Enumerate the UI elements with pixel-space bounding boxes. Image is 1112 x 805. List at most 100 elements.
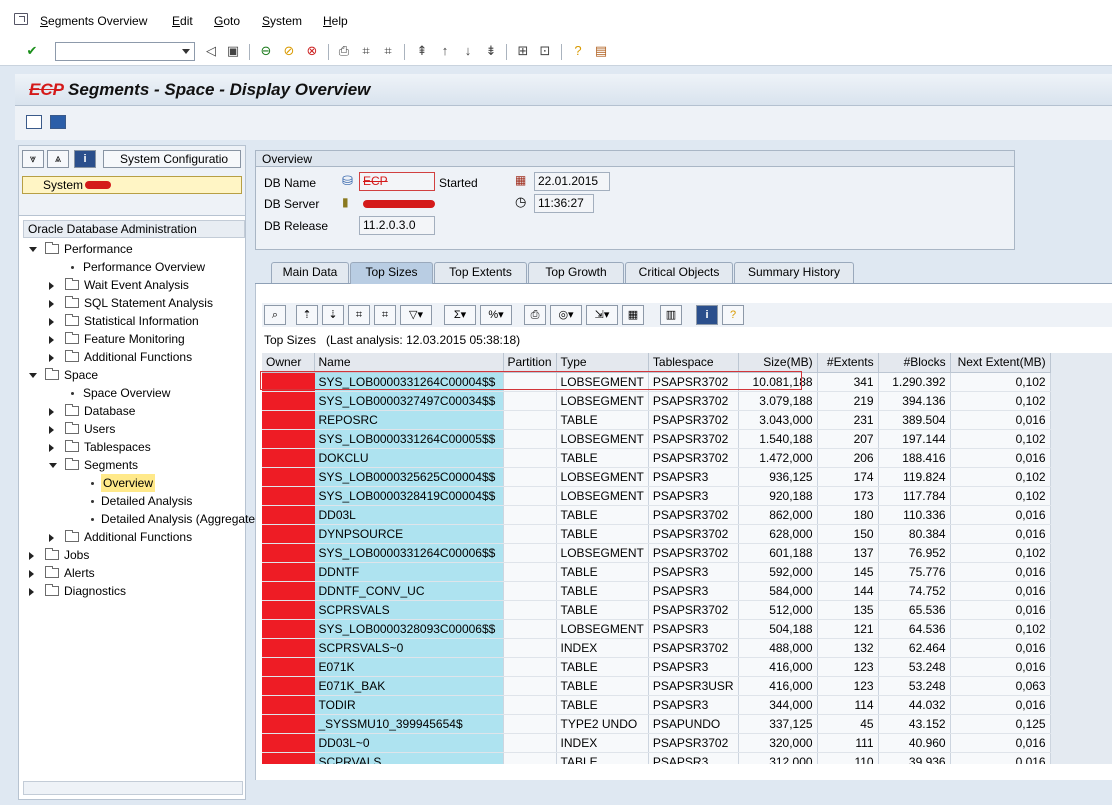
table-cell[interactable]: 394.136 bbox=[878, 391, 951, 411]
table-cell[interactable]: PSAPSR3 bbox=[648, 486, 739, 506]
tab-main-data[interactable]: Main Data bbox=[271, 262, 349, 283]
layout-menu-icon[interactable]: ▤ bbox=[593, 43, 609, 59]
tree-node[interactable]: Diagnostics bbox=[19, 582, 245, 600]
tree-node[interactable]: Performance bbox=[19, 240, 245, 258]
tree-node[interactable]: Detailed Analysis bbox=[19, 492, 245, 510]
table-cell[interactable]: 110 bbox=[817, 752, 879, 764]
collapsed-arrow-icon[interactable] bbox=[49, 534, 54, 542]
create-session-icon[interactable]: ⊞ bbox=[515, 43, 531, 59]
table-cell[interactable]: 0,016 bbox=[950, 657, 1051, 677]
tree-node[interactable]: Space Overview bbox=[19, 384, 245, 402]
save-icon[interactable]: ▣ bbox=[225, 43, 241, 59]
help-icon[interactable]: ? bbox=[722, 305, 744, 325]
table-cell[interactable]: 0,016 bbox=[950, 752, 1051, 764]
table-cell[interactable] bbox=[503, 733, 557, 753]
expanded-arrow-icon[interactable] bbox=[29, 373, 37, 378]
tab-top-sizes[interactable]: Top Sizes bbox=[350, 262, 433, 284]
table-cell[interactable]: 150 bbox=[817, 524, 879, 544]
menu-segments-overview[interactable]: Segments Overview bbox=[40, 14, 147, 28]
table-cell[interactable] bbox=[262, 486, 315, 506]
tree-node[interactable]: Additional Functions bbox=[19, 348, 245, 366]
collapsed-arrow-icon[interactable] bbox=[49, 336, 54, 344]
table-cell[interactable]: 114 bbox=[817, 695, 879, 715]
expanded-arrow-icon[interactable] bbox=[29, 247, 37, 252]
table-cell[interactable] bbox=[503, 695, 557, 715]
table-cell[interactable]: 111 bbox=[817, 733, 879, 753]
table-cell[interactable]: 1.472,000 bbox=[738, 448, 818, 468]
horizontal-scrollbar[interactable] bbox=[23, 781, 243, 795]
collapsed-arrow-icon[interactable] bbox=[49, 354, 54, 362]
table-cell[interactable]: 601,188 bbox=[738, 543, 818, 563]
collapse-left-icon[interactable]: ◁ bbox=[203, 43, 219, 59]
table-cell[interactable]: 504,188 bbox=[738, 619, 818, 639]
table-cell[interactable]: 144 bbox=[817, 581, 879, 601]
find-icon[interactable]: ⌗ bbox=[358, 43, 374, 59]
table-cell[interactable]: 628,000 bbox=[738, 524, 818, 544]
table-cell[interactable]: TABLE bbox=[556, 581, 649, 601]
panel-splitter[interactable] bbox=[246, 145, 252, 800]
table-cell[interactable]: 39.936 bbox=[878, 752, 951, 764]
collapsed-arrow-icon[interactable] bbox=[29, 588, 34, 596]
table-cell[interactable]: 173 bbox=[817, 486, 879, 506]
tree-node[interactable]: Overview bbox=[19, 474, 245, 492]
table-cell[interactable]: 0,102 bbox=[950, 619, 1051, 639]
table-cell[interactable]: 145 bbox=[817, 562, 879, 582]
table-cell[interactable] bbox=[262, 714, 315, 734]
tab-top-growth[interactable]: Top Growth bbox=[528, 262, 624, 283]
table-cell[interactable]: PSAPSR3702 bbox=[648, 600, 739, 620]
table-cell[interactable]: 0,016 bbox=[950, 581, 1051, 601]
table-cell[interactable]: 0,016 bbox=[950, 410, 1051, 430]
table-cell[interactable]: SYS_LOB0000327497C00034$$ bbox=[314, 391, 504, 411]
collapsed-arrow-icon[interactable] bbox=[49, 444, 54, 452]
table-row[interactable]: TODIR TABLE PSAPSR3 344,000 114 44.032 0,016 bbox=[262, 695, 1051, 715]
enter-check-icon[interactable]: ✔ bbox=[24, 43, 40, 59]
table-cell[interactable] bbox=[262, 543, 315, 563]
table-cell[interactable]: 0,016 bbox=[950, 505, 1051, 525]
table-cell[interactable]: REPOSRC bbox=[314, 410, 504, 430]
table-cell[interactable]: 75.776 bbox=[878, 562, 951, 582]
table-cell[interactable]: PSAPSR3702 bbox=[648, 391, 739, 411]
column-header[interactable]: Partition bbox=[503, 353, 557, 373]
table-cell[interactable]: E071K bbox=[314, 657, 504, 677]
table-cell[interactable]: PSAPSR3USR bbox=[648, 676, 739, 696]
table-cell[interactable]: 920,188 bbox=[738, 486, 818, 506]
table-cell[interactable]: 123 bbox=[817, 676, 879, 696]
collapsed-arrow-icon[interactable] bbox=[49, 426, 54, 434]
table-row[interactable]: SYS_LOB0000331264C00004$$ LOBSEGMENT PSAPS… bbox=[262, 372, 1051, 392]
table-cell[interactable]: TABLE bbox=[556, 562, 649, 582]
table-cell[interactable]: 197.144 bbox=[878, 429, 951, 449]
table-cell[interactable]: PSAPSR3 bbox=[648, 467, 739, 487]
table-row[interactable]: DDNTF TABLE PSAPSR3 592,000 145 75.776 0,016 bbox=[262, 562, 1051, 582]
table-cell[interactable] bbox=[503, 391, 557, 411]
table-cell[interactable]: PSAPSR3702 bbox=[648, 733, 739, 753]
column-header[interactable]: #Blocks bbox=[878, 353, 951, 373]
table-cell[interactable] bbox=[503, 562, 557, 582]
table-cell[interactable]: SYS_LOB0000325625C00004$$ bbox=[314, 467, 504, 487]
table-cell[interactable] bbox=[503, 581, 557, 601]
table-cell[interactable] bbox=[262, 619, 315, 639]
collapsed-arrow-icon[interactable] bbox=[49, 318, 54, 326]
table-row[interactable]: REPOSRC TABLE PSAPSR3702 3.043,000 231 389.50… bbox=[262, 410, 1051, 430]
table-cell[interactable]: 0,016 bbox=[950, 695, 1051, 715]
table-cell[interactable]: 344,000 bbox=[738, 695, 818, 715]
table-row[interactable]: SYS_LOB0000328419C00004$$ LOBSEGMENT PSAPS… bbox=[262, 486, 1051, 506]
table-cell[interactable]: DD03L~0 bbox=[314, 733, 504, 753]
table-row[interactable]: SYS_LOB0000327497C00034$$ LOBSEGMENT PSAPS… bbox=[262, 391, 1051, 411]
info-icon[interactable]: i bbox=[74, 150, 96, 168]
column-header[interactable]: Tablespace bbox=[648, 353, 739, 373]
tree-node[interactable]: Statistical Information bbox=[19, 312, 245, 330]
table-cell[interactable]: _SYSSMU10_399945654$ bbox=[314, 714, 504, 734]
table-cell[interactable] bbox=[262, 733, 315, 753]
table-cell[interactable] bbox=[503, 486, 557, 506]
table-cell[interactable]: 0,016 bbox=[950, 448, 1051, 468]
print-preview-icon[interactable]: ⎙ bbox=[524, 305, 546, 325]
table-cell[interactable]: 64.536 bbox=[878, 619, 951, 639]
table-cell[interactable]: 320,000 bbox=[738, 733, 818, 753]
table-cell[interactable]: 312,000 bbox=[738, 752, 818, 764]
table-cell[interactable]: 0,102 bbox=[950, 372, 1051, 392]
table-cell[interactable]: 53.248 bbox=[878, 676, 951, 696]
table-cell[interactable]: 341 bbox=[817, 372, 879, 392]
collapsed-arrow-icon[interactable] bbox=[49, 282, 54, 290]
menu-goto[interactable]: Goto bbox=[214, 14, 240, 28]
db-release-field[interactable]: 11.2.0.3.0 bbox=[359, 216, 435, 235]
